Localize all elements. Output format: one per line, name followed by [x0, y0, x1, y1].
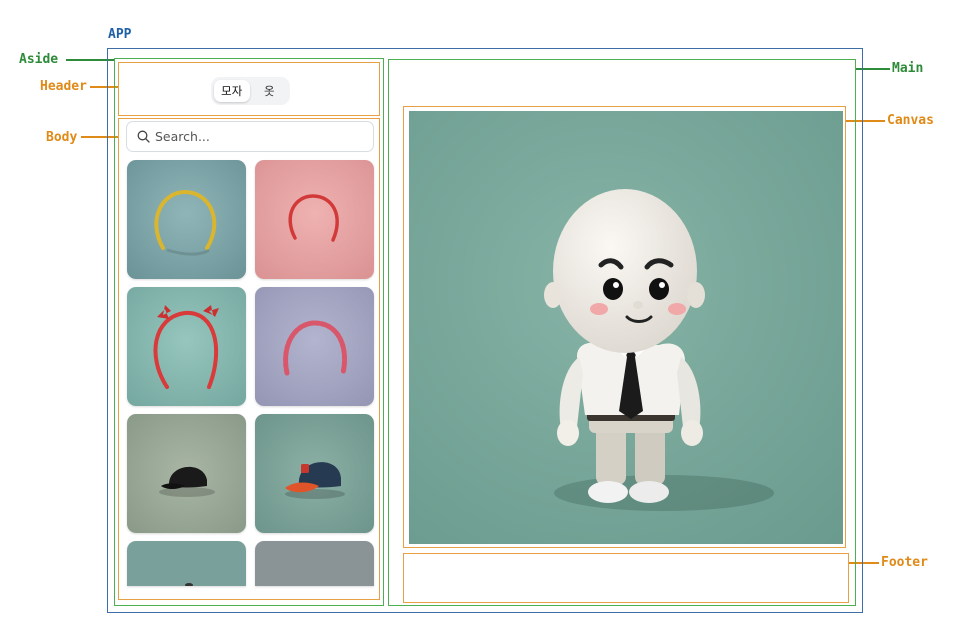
character-with-tie-icon: [409, 111, 843, 544]
header-label: Header: [40, 79, 87, 94]
red-headband-icon: [255, 160, 374, 279]
item-tile[interactable]: [255, 160, 374, 279]
partial-item-icon: [127, 541, 246, 586]
canvas-image: [409, 111, 843, 544]
footer-region: [403, 553, 849, 603]
app-label: APP: [108, 27, 132, 42]
footer-label: Footer: [881, 555, 928, 570]
aside-label: Aside: [19, 52, 59, 67]
partial-item-icon: [255, 541, 374, 586]
body-label: Body: [46, 130, 78, 145]
black-cap-icon: [127, 414, 246, 533]
item-tile[interactable]: [255, 414, 374, 533]
tab-clothes[interactable]: 옷: [252, 80, 288, 102]
item-tile[interactable]: [127, 414, 246, 533]
search-box[interactable]: [126, 121, 374, 152]
item-tile[interactable]: [127, 541, 246, 586]
navy-orange-cap-icon: [255, 414, 374, 533]
pink-braided-headband-icon: [255, 287, 374, 406]
item-tile[interactable]: [255, 541, 374, 586]
yellow-headband-icon: [127, 160, 246, 279]
item-tile[interactable]: [127, 287, 246, 406]
item-tile[interactable]: [127, 160, 246, 279]
tab-hats[interactable]: 모자: [214, 80, 250, 102]
search-icon: [137, 130, 150, 143]
item-tile[interactable]: [255, 287, 374, 406]
red-bow-headband-icon: [127, 287, 246, 406]
category-toggle: 모자 옷: [211, 77, 290, 105]
canvas-label: Canvas: [887, 113, 934, 128]
main-label: Main: [892, 61, 924, 76]
search-input[interactable]: [155, 129, 355, 144]
